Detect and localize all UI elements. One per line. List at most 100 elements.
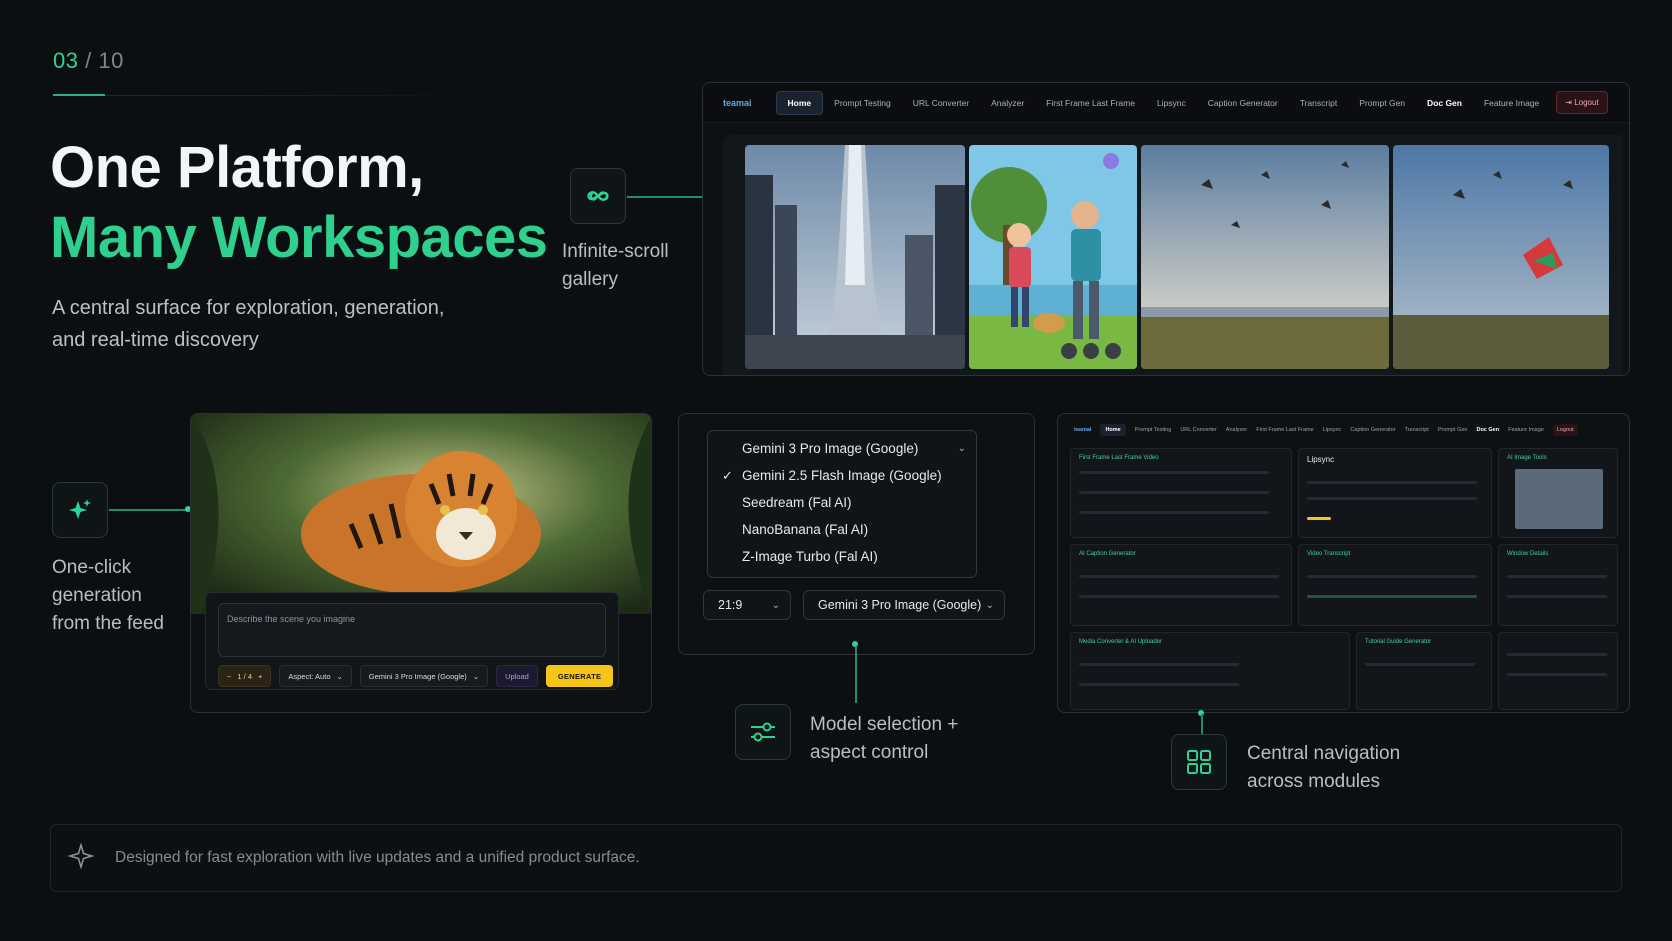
tab-prompt-gen[interactable]: Prompt Gen bbox=[1348, 92, 1416, 114]
gallery-image-kites-2[interactable] bbox=[1393, 145, 1609, 369]
prompt-input[interactable]: Describe the scene you imagine bbox=[218, 603, 606, 657]
app-brand[interactable]: teamai bbox=[723, 98, 752, 108]
module-card-title: Tutorial Guide Generator bbox=[1365, 639, 1432, 645]
connector-generation bbox=[109, 509, 187, 511]
model-select[interactable]: Gemini 3 Pro Image (Google) ⌄ bbox=[359, 665, 489, 687]
model-dropdown-menu: ⌄ Gemini 3 Pro Image (Google) ✓ Gemini 2.… bbox=[707, 430, 977, 578]
module-card-title: Video Transcript bbox=[1307, 551, 1351, 557]
module-card[interactable]: Lipsync bbox=[1298, 448, 1492, 538]
counter-total: / 10 bbox=[85, 48, 124, 73]
aspect-ratio-select[interactable]: 21:9 ⌄ bbox=[703, 590, 791, 620]
check-icon: ✓ bbox=[722, 467, 733, 483]
module-card[interactable]: Window Details bbox=[1498, 544, 1618, 626]
counter-current: 03 bbox=[53, 48, 79, 73]
model-option[interactable]: NanoBanana (Fal AI) bbox=[708, 516, 976, 543]
tab-transcript[interactable]: Transcript bbox=[1289, 92, 1348, 114]
module-card[interactable]: AI Image Tools bbox=[1498, 448, 1618, 538]
divider-accent bbox=[53, 94, 105, 96]
model-option-selected[interactable]: ✓ Gemini 2.5 Flash Image (Google) bbox=[708, 462, 976, 489]
gallery-image-tower[interactable] bbox=[745, 145, 965, 369]
module-card[interactable]: Media Converter & AI Uploader bbox=[1070, 632, 1350, 710]
aspect-ratio-value: 21:9 bbox=[718, 598, 743, 612]
title-line-1: One Platform, bbox=[50, 135, 424, 200]
navigation-panel: teamai Home Prompt Testing URL Converter… bbox=[1057, 413, 1630, 713]
tab-feature-image[interactable]: Feature Image bbox=[1473, 92, 1550, 114]
gallery-image-couple[interactable] bbox=[969, 145, 1137, 369]
chevron-down-icon: ⌄ bbox=[336, 671, 343, 681]
tab-home[interactable]: Home bbox=[775, 90, 824, 115]
mini-tab[interactable]: Feature Image bbox=[1508, 427, 1544, 433]
model-option[interactable]: Z-Image Turbo (Fal AI) bbox=[708, 543, 976, 570]
callout-model: Model selection + aspect control bbox=[810, 714, 959, 763]
module-card-title: AI Caption Generator bbox=[1079, 551, 1136, 557]
mini-tab[interactable]: First Frame Last Frame bbox=[1256, 427, 1313, 433]
count-value: 1 / 4 bbox=[237, 671, 252, 681]
module-card-title: Media Converter & AI Uploader bbox=[1079, 639, 1163, 645]
logout-label: Logout bbox=[1574, 98, 1599, 107]
mini-brand[interactable]: teamai bbox=[1074, 427, 1091, 433]
model-option[interactable]: Gemini 3 Pro Image (Google) bbox=[708, 435, 976, 462]
mini-nav: teamai Home Prompt Testing URL Converter… bbox=[1058, 414, 1629, 446]
tab-doc-gen[interactable]: Doc Gen bbox=[1416, 92, 1473, 114]
upload-button[interactable]: Upload bbox=[496, 665, 538, 687]
tab-prompt-testing[interactable]: Prompt Testing bbox=[823, 92, 902, 114]
model-option-label: Gemini 2.5 Flash Image (Google) bbox=[742, 468, 942, 483]
module-card[interactable]: First Frame Last Frame Video bbox=[1070, 448, 1292, 538]
prompt-controls: − 1 / 4 + Aspect: Auto ⌄ Gemini 3 Pro Im… bbox=[218, 665, 614, 687]
sparkle-outline-icon bbox=[67, 841, 95, 875]
mini-tab[interactable]: URL Converter bbox=[1180, 427, 1216, 433]
gallery-app-screenshot: teamai Home Prompt Testing URL Converter… bbox=[702, 82, 1630, 376]
mini-tab[interactable]: Prompt Testing bbox=[1135, 427, 1172, 433]
tab-url-converter[interactable]: URL Converter bbox=[902, 92, 980, 114]
mini-logout[interactable]: Logout bbox=[1552, 424, 1578, 436]
module-thumbnail bbox=[1515, 469, 1603, 529]
tiger-image bbox=[191, 414, 651, 614]
module-card[interactable]: Tutorial Guide Generator bbox=[1356, 632, 1492, 710]
module-card-title: Window Details bbox=[1507, 551, 1549, 557]
mini-tab[interactable]: Caption Generator bbox=[1350, 427, 1395, 433]
connector-model bbox=[855, 647, 857, 703]
minus-button[interactable]: − bbox=[227, 672, 231, 681]
chevron-down-icon: ⌄ bbox=[985, 599, 994, 611]
callout-navigation: Central navigation across modules bbox=[1247, 743, 1401, 792]
generation-panel: Describe the scene you imagine − 1 / 4 +… bbox=[190, 413, 652, 713]
tab-lipsync[interactable]: Lipsync bbox=[1146, 92, 1197, 114]
mini-tab[interactable]: Lipsync bbox=[1323, 427, 1342, 433]
aspect-select[interactable]: Aspect: Auto ⌄ bbox=[279, 665, 352, 687]
count-stepper[interactable]: − 1 / 4 + bbox=[218, 665, 272, 687]
model-select[interactable]: Gemini 3 Pro Image (Google) ⌄ bbox=[803, 590, 1005, 620]
connector-gallery bbox=[627, 196, 707, 198]
model-label: Gemini 3 Pro Image (Google) bbox=[368, 671, 467, 681]
tab-first-frame-last-frame[interactable]: First Frame Last Frame bbox=[1035, 92, 1146, 114]
model-option[interactable]: Seedream (Fal AI) bbox=[708, 489, 976, 516]
logout-button[interactable]: ⇥ Logout bbox=[1556, 91, 1608, 114]
model-option-label: Seedream (Fal AI) bbox=[742, 495, 852, 510]
generate-label: GENERATE bbox=[557, 671, 602, 681]
module-card[interactable]: AI Caption Generator bbox=[1070, 544, 1292, 626]
tab-analyzer[interactable]: Analyzer bbox=[980, 92, 1035, 114]
mini-tab[interactable]: Prompt Gen bbox=[1438, 427, 1468, 433]
prompt-composer: Describe the scene you imagine − 1 / 4 +… bbox=[205, 592, 619, 690]
gallery-image-kites-1[interactable] bbox=[1141, 145, 1389, 369]
module-card-title: AI Image Tools bbox=[1507, 455, 1547, 461]
generate-button[interactable]: GENERATE bbox=[545, 665, 614, 687]
upload-label: Upload bbox=[505, 671, 529, 681]
module-card-title: Lipsync bbox=[1307, 455, 1335, 464]
title-line-2: Many Workspaces bbox=[50, 205, 548, 270]
grid-icon bbox=[1171, 734, 1227, 790]
connector-navigation bbox=[1201, 714, 1203, 734]
mini-tab[interactable]: Analyzer bbox=[1226, 427, 1247, 433]
tab-caption-generator[interactable]: Caption Generator bbox=[1197, 92, 1289, 114]
module-card[interactable] bbox=[1498, 632, 1618, 710]
model-option-label: Gemini 3 Pro Image (Google) bbox=[742, 441, 919, 456]
mini-tab-home[interactable]: Home bbox=[1100, 424, 1126, 436]
app-nav: teamai Home Prompt Testing URL Converter… bbox=[703, 83, 1629, 123]
callout-generation: One-click generation from the feed bbox=[52, 557, 164, 634]
mini-tab[interactable]: Doc Gen bbox=[1476, 427, 1499, 433]
module-card-title: First Frame Last Frame Video bbox=[1079, 455, 1159, 461]
aspect-label: Aspect: Auto bbox=[288, 671, 331, 681]
plus-button[interactable]: + bbox=[258, 672, 262, 681]
mini-tab[interactable]: Transcript bbox=[1405, 427, 1429, 433]
module-card[interactable]: Video Transcript bbox=[1298, 544, 1492, 626]
divider bbox=[53, 95, 473, 96]
